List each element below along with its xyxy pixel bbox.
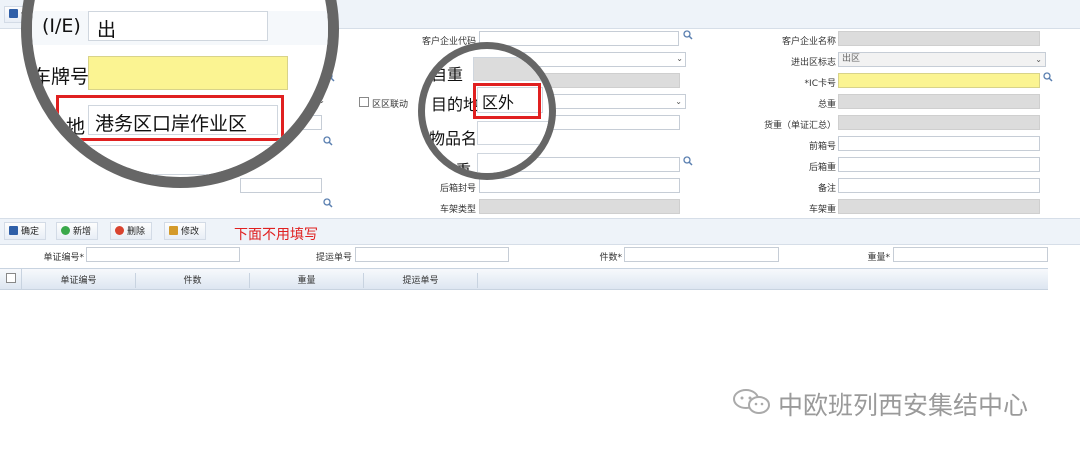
zone-flag-select[interactable]: 出区 ⌄	[838, 52, 1046, 67]
rear-seal-input[interactable]	[479, 178, 680, 193]
header-doc-no[interactable]: 单证编号	[22, 273, 136, 288]
front-box-input[interactable]	[838, 136, 1040, 151]
front-box-label: 前箱号	[808, 142, 836, 152]
doc-no-input[interactable]	[86, 247, 240, 262]
weight-input[interactable]	[893, 247, 1048, 262]
confirm-button[interactable]: 确定	[4, 222, 47, 240]
zone-link-label: 区区联动	[372, 100, 409, 110]
delete-button[interactable]: 删除	[110, 222, 153, 240]
annotation-note: 下面不用填写	[234, 227, 318, 243]
ic-card-input[interactable]	[838, 73, 1040, 88]
total-weight-label: 总重	[817, 100, 836, 110]
save-icon	[9, 9, 18, 18]
plus-icon	[61, 226, 70, 235]
save-icon	[9, 226, 18, 235]
search-icon[interactable]	[683, 30, 693, 40]
header-weight[interactable]: 重量	[250, 273, 364, 288]
magnifier-left: (I/E) 出 车牌号 起始地 港务区口岸作业区 总件数 箱型	[21, 0, 339, 188]
zone-link-checkbox[interactable]	[359, 97, 369, 107]
chevron-down-icon: ⌄	[675, 97, 682, 106]
doc-no-label: 单证编号*	[43, 253, 84, 263]
self-weight-zoom-input[interactable]	[473, 57, 549, 81]
delete-icon	[115, 226, 124, 235]
rear-weight-input[interactable]	[838, 157, 1040, 172]
magnifier-center: 自重 目的地 区外 物品名 箱重	[418, 42, 556, 180]
wechat-icon	[733, 389, 770, 414]
frame-type-label: 车架类型	[439, 205, 476, 215]
destination-highlight-box	[473, 83, 541, 119]
rear-weight-label: 后箱重	[808, 163, 836, 173]
select-all-checkbox[interactable]	[6, 273, 16, 283]
chevron-down-icon: ⌄	[1035, 55, 1042, 64]
weight-label: 重量*	[867, 253, 890, 263]
modify-button[interactable]: 修改	[164, 222, 207, 240]
pieces-input[interactable]	[624, 247, 779, 262]
self-weight-label: 自重	[431, 65, 464, 84]
ie-input[interactable]: 出	[88, 11, 268, 41]
plate-input[interactable]	[88, 56, 288, 90]
total-weight-input[interactable]	[838, 94, 1040, 109]
watermark-text: 中欧班列西安集结中心	[778, 391, 1029, 420]
cargo-weight-input[interactable]	[838, 115, 1040, 130]
bill-no-input[interactable]	[355, 247, 509, 262]
remark-input[interactable]	[838, 178, 1040, 193]
add-button[interactable]: 新增	[56, 222, 99, 240]
customer-code-input[interactable]	[479, 31, 679, 46]
remark-label: 备注	[817, 184, 836, 194]
header-pieces[interactable]: 件数	[136, 273, 250, 288]
goods-name-label: 物品名	[429, 129, 478, 148]
action-bar	[0, 218, 1080, 245]
frame-weight-input[interactable]	[838, 199, 1040, 214]
destination-label: 目的地	[431, 95, 480, 114]
customer-name-label: 客户企业名称	[781, 37, 836, 47]
frame-type-input[interactable]	[479, 199, 680, 214]
rear-seal-label: 后箱封号	[439, 184, 476, 194]
bill-no-label: 提运单号	[315, 253, 352, 263]
customer-code-label: 客户企业代码	[421, 37, 476, 47]
header-bill-no[interactable]: 提运单号	[364, 273, 478, 288]
customer-name-input[interactable]	[838, 31, 1040, 46]
ie-label: (I/E)	[42, 15, 81, 37]
search-icon[interactable]	[323, 136, 333, 146]
search-icon[interactable]	[1043, 72, 1053, 82]
cargo-weight-label: 货重（单证汇总）	[763, 121, 836, 131]
search-icon[interactable]	[683, 156, 693, 166]
search-icon[interactable]	[323, 198, 333, 208]
pieces-label: 件数*	[599, 253, 622, 263]
chevron-down-icon: ⌄	[676, 54, 683, 63]
zone-flag-label: 进出区标志	[790, 58, 836, 68]
total-pieces-input[interactable]	[88, 145, 298, 175]
edit-icon	[169, 226, 178, 235]
ic-card-label: *IC卡号	[804, 79, 836, 89]
origin-highlight-box	[56, 95, 284, 141]
box-type-input-edge[interactable]	[240, 178, 322, 193]
frame-weight-label: 车架重	[808, 205, 836, 215]
goods-name-zoom-input[interactable]	[477, 121, 549, 145]
plate-label: 车牌号	[32, 66, 90, 88]
